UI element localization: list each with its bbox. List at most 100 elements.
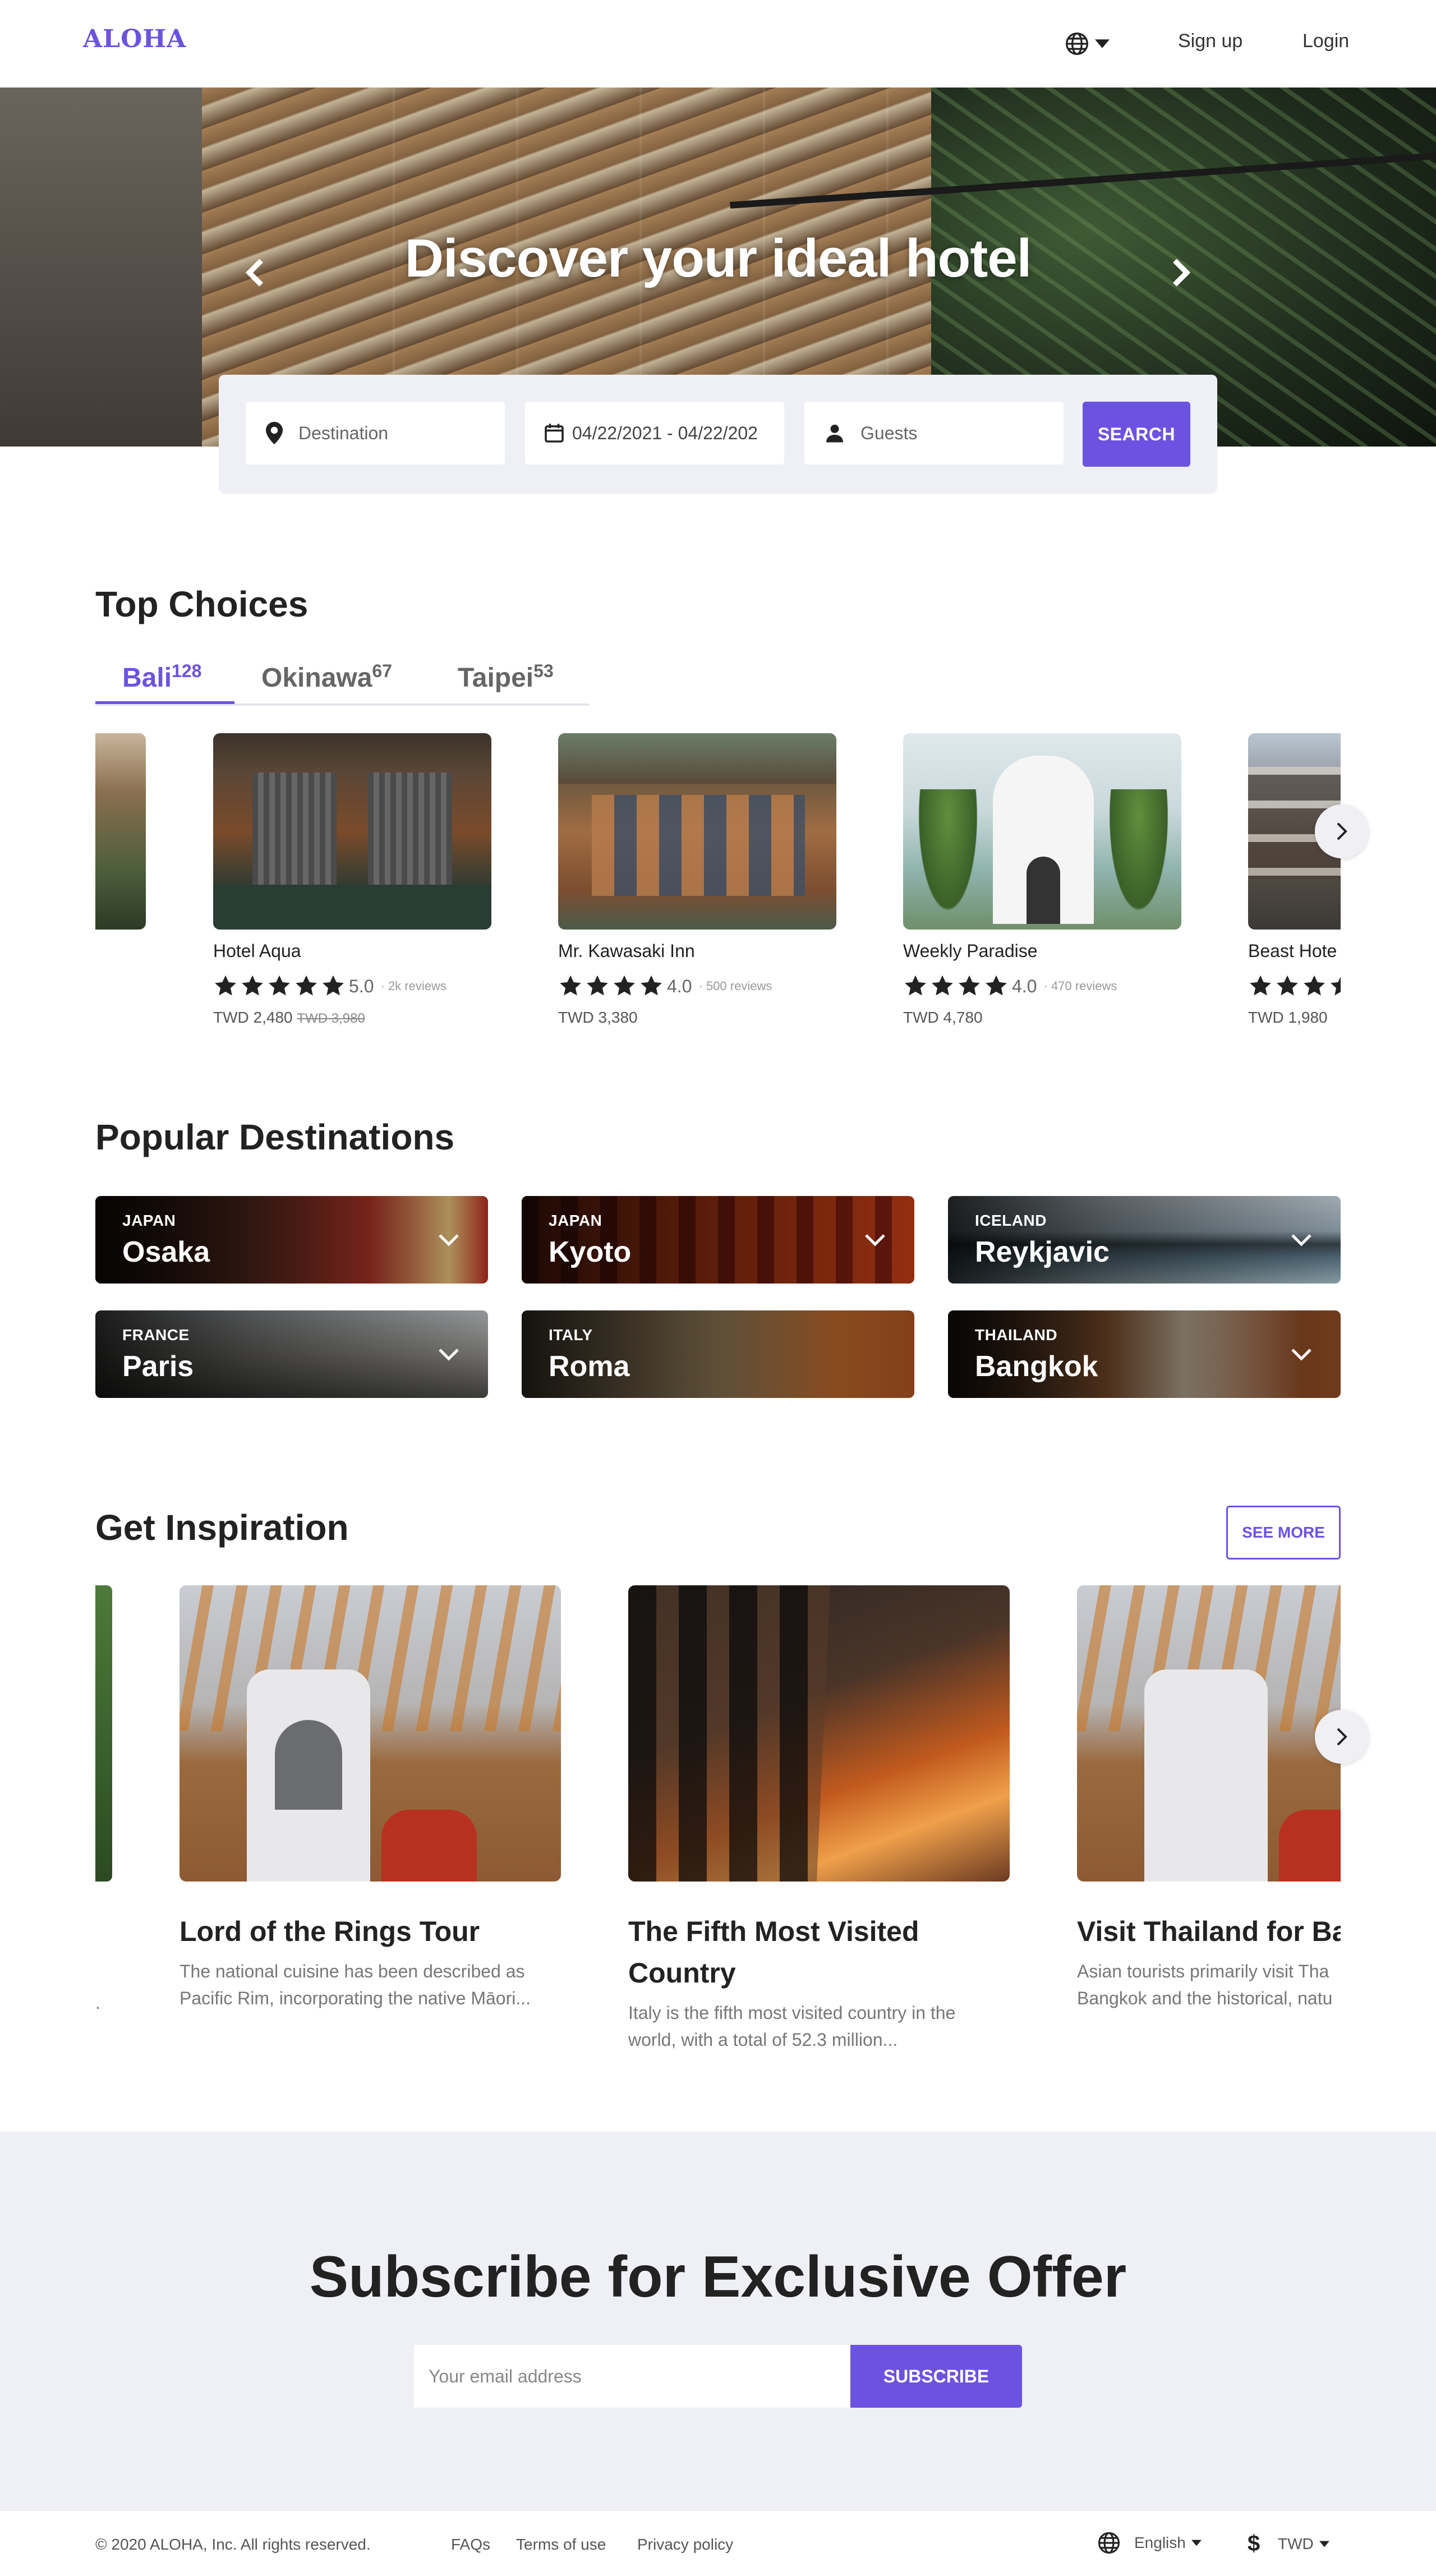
- tab-count: 53: [533, 661, 554, 681]
- star-icon: [641, 975, 662, 996]
- copyright: © 2020 ALOHA, Inc. All rights reserved.: [95, 2536, 371, 2553]
- destination-card-bangkok[interactable]: THAILAND Bangkok: [948, 1310, 1341, 1398]
- search-button[interactable]: SEARCH: [1083, 402, 1190, 467]
- destination-city: Reykjavic: [975, 1236, 1110, 1268]
- star-icon: [614, 975, 635, 996]
- star-rating: [558, 974, 664, 999]
- hotel-price: TWD 4,780: [903, 1009, 983, 1026]
- hotel-card[interactable]: Mr. Kawasaki Inn 4.0 · 500 reviews TWD 3…: [558, 733, 836, 1027]
- caret-down-icon: [1319, 2541, 1329, 2547]
- guests-input[interactable]: Guests: [860, 423, 917, 444]
- see-more-button[interactable]: SEE MORE: [1226, 1506, 1341, 1560]
- hotel-card-clip: Beast Hote TWD 1,980: [1248, 733, 1341, 1047]
- star-icon: [269, 975, 290, 996]
- article-card[interactable]: Visit Thailand for Ba Asian tourists pri…: [1077, 1585, 1341, 2012]
- article-title[interactable]: Visit Thailand for Ba: [1077, 1911, 1341, 1952]
- destination-card-reykjavic[interactable]: ICELAND Reykjavic: [948, 1196, 1341, 1284]
- email-input[interactable]: Your email address: [414, 2345, 852, 2408]
- star-rating: [1248, 974, 1341, 999]
- hotel-price: TWD 3,380: [558, 1009, 638, 1026]
- chevron-down-icon[interactable]: [864, 1229, 886, 1251]
- destination-country: FRANCE: [122, 1326, 190, 1344]
- article-image[interactable]: [628, 1585, 1010, 1882]
- subscribe-button[interactable]: SUBSCRIBE: [850, 2345, 1022, 2408]
- destination-card-kyoto[interactable]: JAPAN Kyoto: [522, 1196, 914, 1284]
- tab-count: 67: [372, 661, 393, 681]
- article-title[interactable]: The Fifth Most Visited Country: [628, 1911, 1010, 1994]
- star-icon: [215, 975, 236, 996]
- article-image[interactable]: [1077, 1585, 1341, 1882]
- hotel-card[interactable]: Beast Hote TWD 1,980: [1248, 733, 1341, 1027]
- article-title[interactable]: Lord of the Rings Tour: [180, 1911, 561, 1952]
- article-card[interactable]: The Fifth Most Visited Country Italy is t…: [628, 1585, 1010, 2053]
- footer-language-selector[interactable]: English: [1097, 2531, 1202, 2555]
- chevron-right-icon: [1337, 822, 1347, 840]
- date-field[interactable]: 04/22/2021 - 04/22/202: [525, 402, 784, 464]
- guests-field[interactable]: Guests: [804, 402, 1064, 464]
- destination-country: THAILAND: [975, 1326, 1058, 1344]
- subscribe-title: Subscribe for Exclusive Offer: [309, 2244, 1127, 2310]
- hotel-card[interactable]: Weekly Paradise 4.0 · 470 reviews TWD 4,…: [903, 733, 1181, 1027]
- hotel-name[interactable]: Beast Hote: [1248, 941, 1341, 962]
- destination-city: Paris: [122, 1350, 194, 1383]
- hotels-next-button[interactable]: [1315, 804, 1369, 858]
- get-inspiration-title: Get Inspiration: [95, 1507, 349, 1548]
- tab-okinawa[interactable]: Okinawa67: [261, 661, 392, 693]
- privacy-link[interactable]: Privacy policy: [637, 2536, 733, 2554]
- rating-value: 4.0: [667, 976, 692, 996]
- hotel-name[interactable]: Hotel Aqua: [213, 941, 491, 962]
- tab-count: 128: [172, 661, 202, 681]
- articles-next-button[interactable]: [1315, 1710, 1369, 1764]
- destination-card-osaka[interactable]: JAPAN Osaka: [95, 1196, 488, 1284]
- chevron-down-icon[interactable]: [438, 1229, 460, 1251]
- star-icon: [986, 975, 1007, 996]
- destination-input[interactable]: Destination: [298, 423, 388, 444]
- footer-currency-selector[interactable]: $ TWD: [1248, 2531, 1329, 2556]
- hotel-rating: 4.0 · 500 reviews: [558, 974, 836, 999]
- chevron-down-icon[interactable]: [1290, 1343, 1313, 1365]
- logo[interactable]: ALOHA: [83, 25, 186, 53]
- login-link[interactable]: Login: [1302, 30, 1349, 52]
- hero-prev-button[interactable]: [238, 256, 272, 289]
- star-icon: [296, 975, 317, 996]
- caret-down-icon: [1095, 39, 1110, 48]
- hotel-card-partial[interactable]: [95, 733, 146, 930]
- destination-city: Osaka: [122, 1236, 210, 1268]
- hero-next-button[interactable]: [1164, 256, 1198, 289]
- destination-country: ICELAND: [975, 1212, 1047, 1229]
- location-pin-icon: [266, 422, 283, 444]
- chevron-down-icon[interactable]: [1290, 1229, 1313, 1251]
- hotel-image[interactable]: [213, 733, 491, 930]
- signup-link[interactable]: Sign up: [1178, 30, 1242, 52]
- article-image[interactable]: [180, 1585, 561, 1882]
- tab-taipei[interactable]: Taipei53: [458, 661, 554, 693]
- globe-icon: [1066, 33, 1088, 55]
- hotel-name[interactable]: Mr. Kawasaki Inn: [558, 941, 836, 962]
- rating-value: 4.0: [1012, 976, 1037, 996]
- dollar-icon: $: [1248, 2531, 1260, 2556]
- hotel-image[interactable]: [903, 733, 1181, 930]
- review-count: · 500 reviews: [698, 979, 772, 993]
- hotel-name[interactable]: Weekly Paradise: [903, 941, 1181, 962]
- date-input[interactable]: 04/22/2021 - 04/22/202: [572, 423, 758, 444]
- faqs-link[interactable]: FAQs: [451, 2536, 490, 2554]
- destination-country: ITALY: [549, 1326, 593, 1344]
- terms-link[interactable]: Terms of use: [516, 2536, 606, 2554]
- chevron-left-icon: [246, 259, 263, 286]
- destination-card-paris[interactable]: FRANCE Paris: [95, 1310, 488, 1398]
- hotel-card[interactable]: Hotel Aqua 5.0 · 2k reviews TWD 2,480 TW…: [213, 733, 491, 1027]
- article-card[interactable]: Lord of the Rings Tour The national cuis…: [180, 1585, 561, 2012]
- tab-bali[interactable]: Bali128: [122, 661, 201, 693]
- chevron-down-icon[interactable]: [438, 1343, 460, 1365]
- original-price: TWD 3,980: [297, 1011, 365, 1026]
- destination-field[interactable]: Destination: [246, 402, 505, 464]
- star-icon: [242, 975, 263, 996]
- star-icon: [560, 975, 581, 996]
- hotel-image[interactable]: [558, 733, 836, 930]
- destination-card-roma[interactable]: ITALY Roma: [522, 1310, 914, 1398]
- article-text-partial: .: [95, 1993, 100, 2013]
- language-selector[interactable]: [1065, 28, 1121, 59]
- caret-down-icon: [1191, 2540, 1202, 2546]
- article-card-partial[interactable]: [95, 1585, 112, 1882]
- star-icon: [1304, 975, 1325, 996]
